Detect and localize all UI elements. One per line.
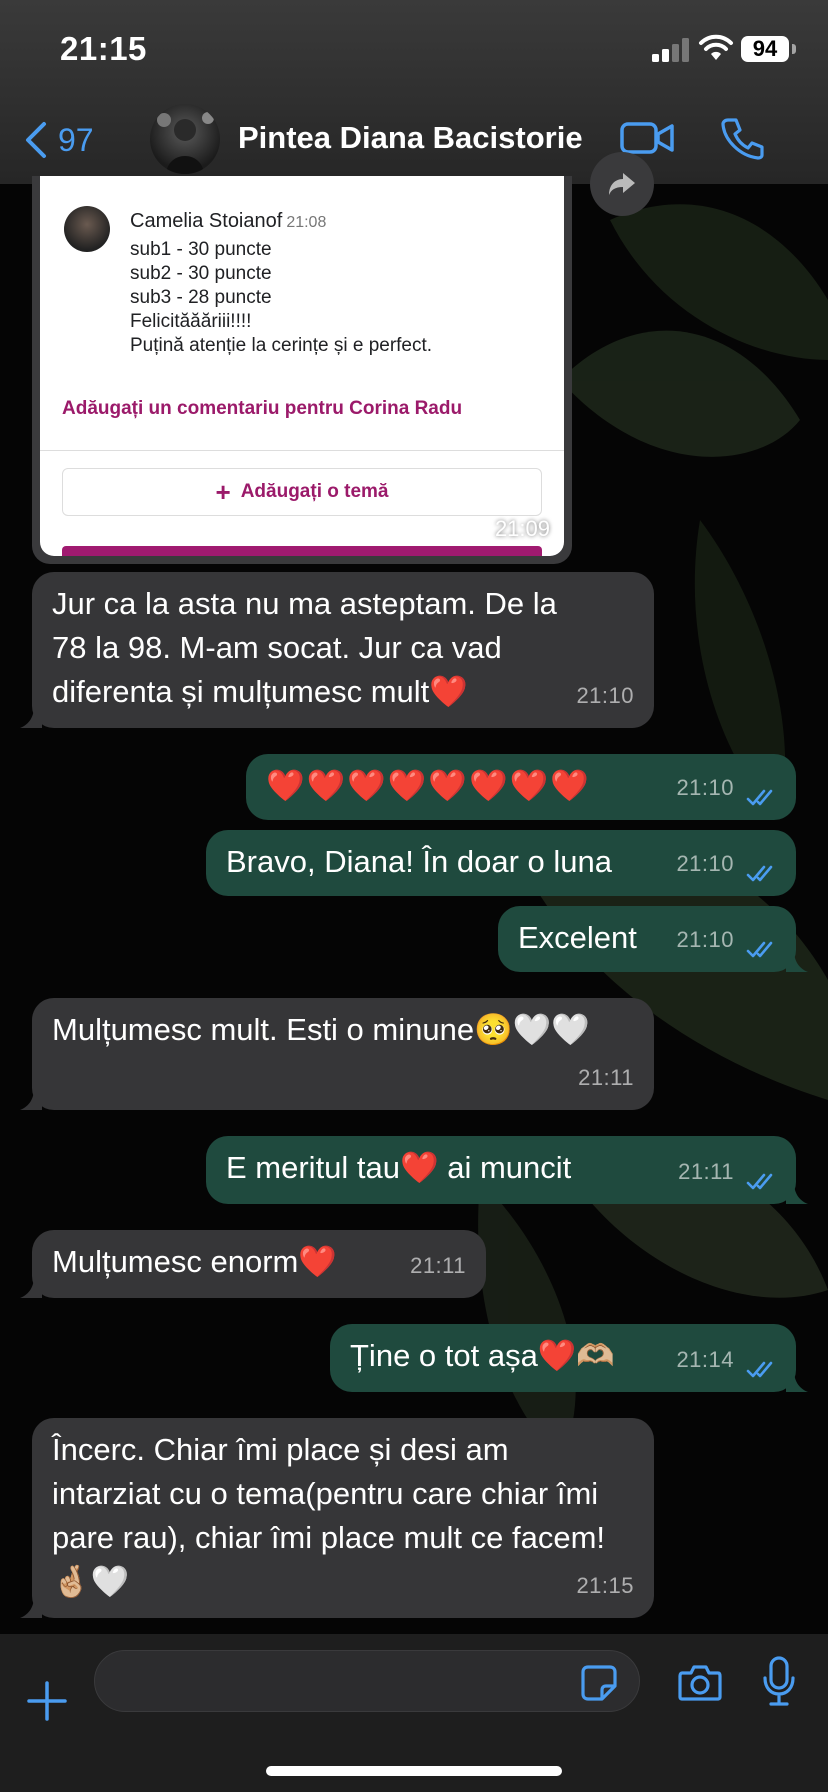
bubble-tail [20,1596,42,1618]
message-incoming[interactable]: Jur ca la asta nu ma asteptam. De la 78 … [32,572,654,728]
message-time: 21:14 [676,1347,734,1372]
back-button[interactable]: 97 [22,118,94,162]
comment-line: Felicităăăriii!!!! [130,311,252,332]
message-text: Excelent [518,920,637,955]
message-outgoing[interactable]: ❤️❤️❤️❤️❤️❤️❤️❤️ 21:10 [246,754,796,820]
message-incoming[interactable]: Mulțumesc mult. Esti o minune🥺🤍🤍 21:11 [32,998,654,1110]
message-outgoing[interactable]: Excelent 21:10 [498,906,796,972]
contact-name[interactable]: Pintea Diana Bacistorie [238,120,583,156]
message-outgoing[interactable]: Ține o tot așa❤️🫶🏼 21:14 [330,1324,796,1392]
microphone-icon[interactable] [762,1656,796,1708]
message-text: Jur ca la asta nu ma asteptam. De la 78 … [52,586,557,709]
comment-line: Puțină atenție la cerințe și e perfect. [130,335,433,356]
message-incoming[interactable]: Mulțumesc enorm❤️ 21:11 [32,1230,486,1298]
message-time: 21:10 [676,851,734,876]
status-bar: 21:15 94 [0,0,828,100]
message-time: 21:09 [494,516,550,541]
message-time: 21:11 [578,1065,634,1090]
home-indicator [266,1766,562,1776]
message-text: Încerc. Chiar îmi place și desi am intar… [52,1432,606,1599]
message-outgoing[interactable]: E meritul tau❤️ ai muncit 21:11 [206,1136,796,1204]
bubble-tail [786,1370,808,1392]
add-topic-button: + Adăugați o temă [62,468,542,516]
read-receipt-icon [746,789,773,806]
image-message[interactable]: Camelia Stoianof 21:08 sub1 - 30 puncte s… [32,176,572,564]
signal-icon [652,38,689,62]
bubble-tail [20,706,42,728]
message-time: 21:10 [676,775,734,800]
sticker-icon[interactable] [580,1664,618,1702]
plus-icon: + [215,476,231,507]
chevron-left-icon [26,122,46,158]
wifi-icon [699,34,733,60]
message-time: 21:11 [410,1253,466,1278]
read-receipt-icon [746,865,773,882]
bubble-tail [786,1182,808,1204]
message-outgoing[interactable]: Bravo, Diana! În doar o luna 21:10 [206,830,796,896]
status-time: 21:15 [60,30,147,67]
phone-call-icon[interactable] [720,116,764,160]
message-incoming[interactable]: Încerc. Chiar îmi place și desi am intar… [32,1418,654,1618]
battery-level: 94 [741,36,789,62]
submit-bar [62,546,542,556]
camera-icon[interactable] [678,1664,722,1702]
message-text: Mulțumesc mult. Esti o minune🥺🤍🤍 [52,1012,590,1047]
forward-button[interactable] [590,152,654,216]
divider [40,450,564,451]
commenter-avatar [64,206,110,252]
comment-line: sub2 - 30 puncte [130,263,272,284]
plus-icon[interactable] [26,1680,68,1722]
commenter-name: Camelia Stoianof 21:08 [130,210,327,232]
contact-avatar[interactable] [150,104,220,174]
bubble-tail [786,950,808,972]
message-time: 21:15 [576,1573,634,1598]
message-text: Mulțumesc enorm❤️ [52,1244,337,1279]
shared-screenshot: Camelia Stoianof 21:08 sub1 - 30 puncte s… [40,176,564,556]
message-time: 21:10 [576,683,634,708]
read-receipt-icon [746,1173,773,1190]
message-input[interactable] [94,1650,640,1712]
unread-count: 97 [58,121,94,158]
comment-line: sub3 - 28 puncte [130,287,272,308]
bubble-tail [20,1088,42,1110]
comment-text: sub1 - 30 puncte sub2 - 30 puncte sub3 -… [130,238,432,358]
message-time: 21:10 [676,927,734,952]
read-receipt-icon [746,1361,773,1378]
battery-tip [792,44,796,54]
read-receipt-icon [746,941,773,958]
video-call-icon[interactable] [620,120,674,156]
comment-time: 21:08 [286,214,327,231]
comment-line: sub1 - 30 puncte [130,239,272,260]
forward-icon [609,173,635,195]
message-time: 21:11 [678,1159,734,1184]
add-comment-link: Adăugați un comentariu pentru Corina Rad… [62,398,463,419]
bubble-tail [20,1276,42,1298]
